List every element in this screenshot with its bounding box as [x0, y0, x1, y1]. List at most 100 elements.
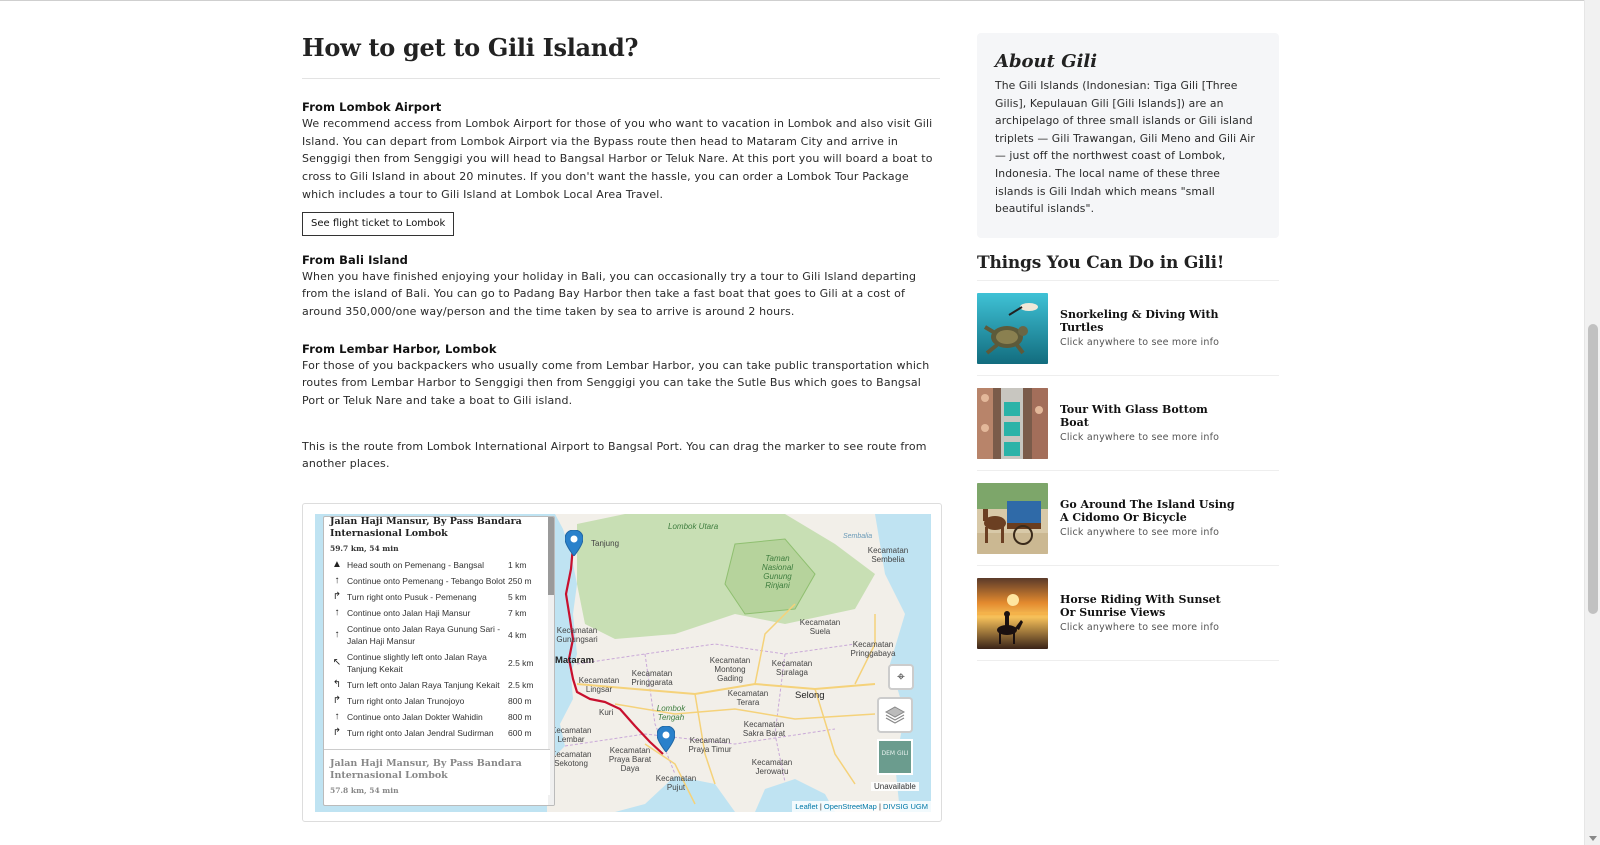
- route-title[interactable]: Jalan Haji Mansur, By Pass Bandara Inter…: [324, 517, 554, 540]
- route-step-distance: 800 m: [508, 712, 532, 722]
- route-start-marker[interactable]: [565, 530, 583, 556]
- map-label-kecamatan-gunungsari: Kecamatan Gunungsari: [556, 626, 598, 644]
- section-lembar-harbor: From Lembar Harbor, Lombok For those of …: [302, 341, 940, 410]
- straight-icon: ↑: [334, 629, 340, 640]
- alternative-route[interactable]: Jalan Haji Mansur, By Pass Bandara Inter…: [324, 749, 550, 795]
- route-step-text: Continue onto Jalan Raya Gunung Sari - J…: [347, 624, 501, 646]
- map-label-kecamatan-terara: Kecamatan Terara: [727, 689, 769, 707]
- thing-info: Snorkeling & Diving With Turtles Click a…: [1048, 308, 1238, 348]
- alt-route-summary: 57.8 km, 54 min: [330, 786, 399, 795]
- route-step-text: Turn left onto Jalan Raya Tanjung Kekait: [347, 680, 500, 690]
- map-label-kecamatan-praya-timur: Kecamatan Praya Timur: [688, 736, 732, 754]
- thing-item-glass-boat[interactable]: Tour With Glass Bottom Boat Click anywhe…: [977, 376, 1279, 471]
- straight-icon: ↑: [334, 575, 340, 586]
- route-end-marker[interactable]: [657, 726, 675, 752]
- route-summary: 59.7 km, 54 min: [330, 544, 399, 553]
- glass-boat-thumbnail: [977, 387, 1048, 459]
- layers-icon: [884, 706, 906, 724]
- flight-ticket-button[interactable]: See flight ticket to Lombok: [302, 211, 455, 236]
- about-text: The Gili Islands (Indonesian: Tiga Gili …: [995, 79, 1255, 216]
- turn-left-icon: ↰: [332, 679, 342, 690]
- alt-route-title[interactable]: Jalan Haji Mansur, By Pass Bandara Inter…: [324, 758, 550, 782]
- page-scrollbar[interactable]: [1584, 0, 1600, 845]
- map-label-kecamatan-lingsar: Kecamatan Lingsar: [578, 676, 620, 694]
- map-attribution: Leaflet | OpenStreetMap | DIVSIG UGM: [792, 801, 931, 812]
- route-description: This is the route from Lombok Internatio…: [302, 439, 927, 471]
- horse-riding-thumbnail: [977, 577, 1048, 649]
- route-step-distance: 600 m: [508, 728, 532, 738]
- thing-item-snorkeling[interactable]: Snorkeling & Diving With Turtles Click a…: [977, 281, 1279, 376]
- route-step[interactable]: ↰ Turn left onto Jalan Raya Tanjung Kekai…: [324, 677, 554, 693]
- main-content: How to get to Gili Island? From Lombok A…: [302, 30, 940, 473]
- route-step-distance: 5 km: [508, 592, 527, 602]
- about-title: About Gili: [995, 51, 1098, 72]
- map-label-sembalia: Sembalia: [843, 533, 873, 540]
- map-label-kecamatan-sembelia: Kecamatan Sembelia: [867, 546, 909, 564]
- section-bali-island: From Bali Island When you have finished …: [302, 252, 940, 321]
- map-label-kecamatan-praya-barat-daya: Kecamatan Praya Barat Daya: [608, 746, 652, 773]
- dem-layer-tile[interactable]: DEM GILI: [877, 739, 913, 775]
- divsig-link[interactable]: DIVSIG UGM: [883, 802, 928, 811]
- route-step-distance: 1 km: [508, 560, 527, 570]
- route-step[interactable]: ↑ Continue onto Pemenang - Tebango Bolot 2…: [324, 573, 554, 589]
- map-label-kecamatan-lembar: Kecamatan Lembar: [551, 726, 592, 744]
- map-card: Lombok Utara Tanjung Sembalia Kecamatan …: [302, 503, 942, 822]
- route-step[interactable]: ↖ Continue slightly left onto Jalan Raya …: [324, 649, 554, 677]
- route-step-distance: 2.5 km: [508, 680, 534, 690]
- map-label-kecamatan-jerowaru: Kecamatan Jerowaru: [751, 758, 793, 776]
- route-step[interactable]: ▲ Head south on Pemenang - Bangsal 1 km: [324, 557, 554, 573]
- openstreetmap-link[interactable]: OpenStreetMap: [824, 802, 877, 811]
- locate-button[interactable]: ⌖: [888, 664, 914, 690]
- route-step[interactable]: ↱ Turn right onto Pusuk - Pemenang 5 km: [324, 589, 554, 605]
- route-step[interactable]: ↑ Continue onto Jalan Haji Mansur 7 km: [324, 605, 554, 621]
- map-label-kecamatan-suralaga: Kecamatan Suralaga: [771, 659, 813, 677]
- map-label-kecamatan-pringgarata: Kecamatan Pringgarata: [631, 669, 673, 687]
- route-step[interactable]: ↱ Turn right onto Jalan Jendral Sudirman 6…: [324, 725, 554, 741]
- unavailable-label: Unavailable: [871, 782, 919, 791]
- thing-subtitle: Click anywhere to see more info: [1060, 432, 1220, 443]
- map-label-kuripan: Kuri: [599, 708, 614, 717]
- turn-right-icon: ↱: [332, 727, 342, 738]
- leaflet-link[interactable]: Leaflet: [795, 802, 818, 811]
- scroll-down-arrow-icon[interactable]: [1589, 836, 1597, 841]
- title-divider: [302, 78, 940, 79]
- depart-icon: ▲: [332, 559, 342, 570]
- straight-icon: ↑: [334, 711, 340, 722]
- map-label-kecamatan-sekotong: Kecamatan Sekotong: [551, 750, 592, 768]
- section-text: We recommend access from Lombok Airport …: [302, 117, 933, 201]
- thing-subtitle: Click anywhere to see more info: [1060, 527, 1220, 538]
- layers-button[interactable]: [877, 697, 913, 733]
- map-label-lombok-tengah: Lombok Tengah: [656, 704, 686, 722]
- things-title: Things You Can Do in Gili!: [977, 253, 1225, 273]
- route-step-distance: 7 km: [508, 608, 527, 618]
- route-step-distance: 250 m: [508, 576, 532, 586]
- map-label-kecamatan-sakra-barat: Kecamatan Sakra Barat: [742, 720, 786, 738]
- thing-subtitle: Click anywhere to see more info: [1060, 622, 1220, 633]
- map-label-kecamatan-pujut: Kecamatan Pujut: [655, 774, 697, 792]
- thing-info: Horse Riding With Sunset Or Sunrise View…: [1048, 593, 1238, 633]
- map-label-taman-nasional: Taman Nasional Gunung Rinjani: [761, 554, 794, 590]
- routing-panel[interactable]: Jalan Haji Mansur, By Pass Bandara Inter…: [323, 516, 555, 806]
- route-map[interactable]: Lombok Utara Tanjung Sembalia Kecamatan …: [315, 514, 931, 812]
- route-step[interactable]: ↑ Continue onto Jalan Dokter Wahidin 800 m: [324, 709, 554, 725]
- thing-item-cidomo[interactable]: Go Around The Island Using A Cidomo Or B…: [977, 471, 1279, 566]
- route-step-distance: 800 m: [508, 696, 532, 706]
- route-step-distance: 4 km: [508, 630, 527, 640]
- page-scroll-thumb[interactable]: [1588, 324, 1598, 614]
- section-title: From Bali Island: [302, 252, 408, 267]
- route-step[interactable]: ↱ Turn right onto Jalan Trunojoyo 800 m: [324, 693, 554, 709]
- section-title: From Lembar Harbor, Lombok: [302, 341, 497, 356]
- sidebar: About Gili The Gili Islands (Indonesian:…: [977, 33, 1279, 661]
- route-step[interactable]: ↑ Continue onto Jalan Raya Gunung Sari - …: [324, 621, 554, 649]
- thing-item-horse-riding[interactable]: Horse Riding With Sunset Or Sunrise View…: [977, 566, 1279, 661]
- turn-right-icon: ↱: [332, 591, 342, 602]
- route-step-text: Turn right onto Pusuk - Pemenang: [347, 592, 477, 602]
- route-step-text: Continue onto Jalan Haji Mansur: [347, 608, 471, 618]
- thing-name: Horse Riding With Sunset Or Sunrise View…: [1060, 593, 1221, 619]
- turn-right-icon: ↱: [332, 695, 342, 706]
- section-text: When you have finished enjoying your hol…: [302, 269, 917, 318]
- thing-subtitle: Click anywhere to see more info: [1060, 337, 1220, 348]
- route-steps: ▲ Head south on Pemenang - Bangsal 1 km ↑ Co…: [324, 557, 554, 741]
- section-title: From Lombok Airport: [302, 100, 442, 114]
- route-step-distance: 2.5 km: [508, 658, 534, 668]
